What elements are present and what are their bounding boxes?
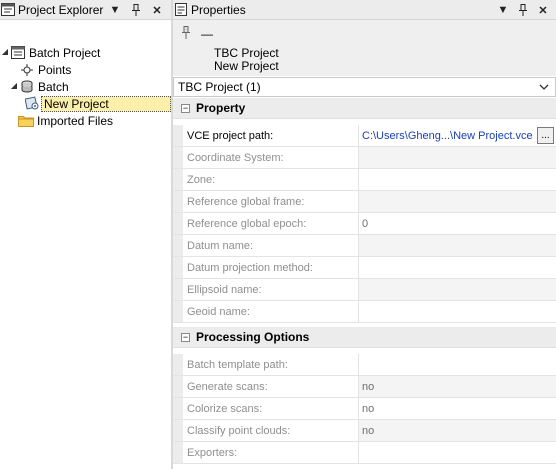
project-explorer-header: Project Explorer ▼ ✕ <box>0 0 171 20</box>
tree-expander-icon[interactable]: ◢ <box>10 81 18 90</box>
prop-name: Datum name: <box>183 235 359 256</box>
prop-name: Batch template path: <box>183 354 359 375</box>
prop-row-zone[interactable]: Zone: <box>173 169 556 191</box>
prop-value[interactable] <box>359 235 556 256</box>
properties-title: Properties <box>191 2 246 17</box>
prop-value[interactable] <box>359 279 556 300</box>
batch-icon <box>19 79 35 95</box>
chevron-down-icon[interactable]: ▼ <box>107 2 123 18</box>
prop-name: VCE project path: <box>183 125 359 146</box>
category-label: Property <box>196 101 246 115</box>
tree-item-label: Batch <box>38 79 69 94</box>
prop-row-coordinate-system[interactable]: Coordinate System: <box>173 147 556 169</box>
selected-objects-area: — TBC Project New Project <box>173 20 556 76</box>
prop-value[interactable] <box>359 147 556 168</box>
properties-header: Properties ▼ ✕ <box>173 0 556 20</box>
selected-object-names: TBC Project New Project <box>214 47 279 73</box>
project-explorer-pane: Project Explorer ▼ ✕ ◢ Batch Project Poi… <box>0 0 171 469</box>
prop-name: Datum projection method: <box>183 257 359 278</box>
properties-icon <box>173 2 189 18</box>
prop-name: Geoid name: <box>183 301 359 322</box>
prop-value[interactable] <box>359 354 556 375</box>
prop-name: Colorize scans: <box>183 398 359 419</box>
prop-value[interactable] <box>359 169 556 190</box>
properties-pane: Properties ▼ ✕ — TBC Project New Project… <box>173 0 556 469</box>
prop-row-colorize-scans[interactable]: Colorize scans: no <box>173 398 556 420</box>
chevron-down-icon[interactable]: ▼ <box>495 2 511 18</box>
project-explorer-icon <box>0 2 16 18</box>
prop-name: Coordinate System: <box>183 147 359 168</box>
prop-row-ellipsoid-name[interactable]: Ellipsoid name: <box>173 279 556 301</box>
tree-item-imported-files[interactable]: Imported Files <box>18 112 115 129</box>
collapse-icon[interactable]: − <box>181 103 190 113</box>
tree-item-new-project[interactable]: New Project <box>24 95 171 112</box>
tree-item-batch[interactable]: Batch <box>19 78 71 95</box>
tree-item-label: New Project <box>41 95 171 112</box>
close-icon[interactable]: ✕ <box>535 2 551 18</box>
prop-name: Reference global epoch: <box>183 213 359 234</box>
prop-row-reference-global-epoch[interactable]: Reference global epoch: 0 <box>173 213 556 235</box>
selected-object-name: New Project <box>214 59 279 73</box>
prop-row-classify-point-clouds[interactable]: Classify point clouds: no <box>173 420 556 442</box>
prop-value[interactable]: no <box>359 376 556 397</box>
prop-value[interactable]: C:\Users\Gheng...\New Project.vce ... <box>359 125 556 146</box>
batch-project-icon <box>10 45 26 61</box>
prop-name: Classify point clouds: <box>183 420 359 441</box>
prop-value[interactable]: 0 <box>359 213 556 234</box>
prop-row-datum-name[interactable]: Datum name: <box>173 235 556 257</box>
prop-value[interactable] <box>359 442 556 463</box>
vce-path-value: C:\Users\Gheng...\New Project.vce <box>362 129 533 142</box>
pin-icon[interactable] <box>128 2 144 18</box>
prop-row-geoid-name[interactable]: Geoid name: <box>173 301 556 323</box>
push-pin-icon[interactable] <box>181 26 191 43</box>
prop-value[interactable]: no <box>359 420 556 441</box>
points-icon <box>19 62 35 78</box>
tree-item-points[interactable]: Points <box>19 61 73 78</box>
prop-row-reference-global-frame[interactable]: Reference global frame: <box>173 191 556 213</box>
tree-item-batch-project[interactable]: Batch Project <box>10 44 102 61</box>
tree-expander-icon[interactable]: ◢ <box>1 47 9 56</box>
prop-row-exporters[interactable]: Exporters: <box>173 442 556 464</box>
tree-item-label: Points <box>38 62 72 77</box>
prop-row-datum-projection-method[interactable]: Datum projection method: <box>173 257 556 279</box>
prop-name: Ellipsoid name: <box>183 279 359 300</box>
prop-row-vce-project-path[interactable]: VCE project path: C:\Users\Gheng...\New … <box>173 125 556 147</box>
new-project-icon <box>24 96 40 112</box>
prop-name: Generate scans: <box>183 376 359 397</box>
project-explorer-title: Project Explorer <box>18 2 104 17</box>
object-selector-value: TBC Project (1) <box>178 80 261 94</box>
property-grid: − Property VCE project path: C:\Users\Gh… <box>173 98 556 464</box>
folder-icon <box>18 113 34 129</box>
browse-button[interactable]: ... <box>537 127 554 144</box>
prop-value[interactable] <box>359 191 556 212</box>
prop-value[interactable] <box>359 257 556 278</box>
collapse-icon[interactable]: − <box>181 332 190 342</box>
pin-icon[interactable] <box>515 2 531 18</box>
pin-label: — <box>201 27 213 41</box>
prop-row-generate-scans[interactable]: Generate scans: no <box>173 376 556 398</box>
prop-name: Zone: <box>183 169 359 190</box>
prop-name: Reference global frame: <box>183 191 359 212</box>
prop-value[interactable] <box>359 301 556 322</box>
close-icon[interactable]: ✕ <box>149 2 165 18</box>
prop-name: Exporters: <box>183 442 359 463</box>
category-processing-options[interactable]: − Processing Options <box>173 327 556 348</box>
chevron-down-icon[interactable] <box>539 80 549 97</box>
tree-item-label: Batch Project <box>29 45 101 60</box>
object-selector-dropdown[interactable]: TBC Project (1) <box>173 77 556 97</box>
tree-item-label: Imported Files <box>37 113 114 128</box>
prop-row-batch-template-path[interactable]: Batch template path: <box>173 354 556 376</box>
prop-value[interactable]: no <box>359 398 556 419</box>
category-label: Processing Options <box>196 330 310 344</box>
category-property[interactable]: − Property <box>173 98 556 119</box>
